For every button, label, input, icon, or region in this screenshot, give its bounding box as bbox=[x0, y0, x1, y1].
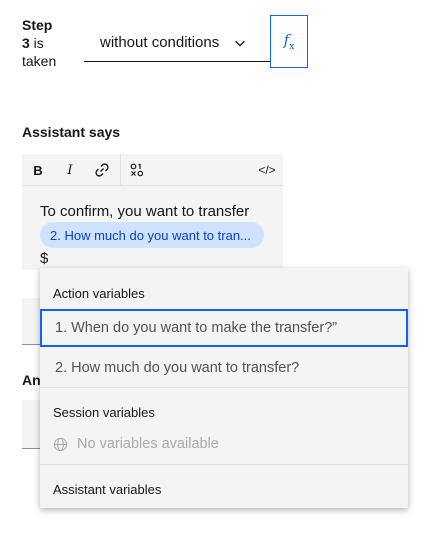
condition-dropdown[interactable]: without conditions bbox=[84, 24, 270, 62]
editor-toolbar: B I </> bbox=[22, 154, 283, 186]
italic-icon: I bbox=[67, 162, 73, 178]
hidden-input-field-2[interactable] bbox=[22, 400, 42, 449]
hidden-input-field[interactable] bbox=[22, 298, 42, 345]
function-button[interactable]: fx bbox=[270, 15, 308, 68]
step-number: 3 bbox=[22, 35, 30, 51]
action-variables-heading: Action variables bbox=[53, 286, 145, 301]
step-label: Step 3 is taken bbox=[22, 16, 74, 70]
menu-item-label: 1. When do you want to make the transfer… bbox=[55, 320, 338, 336]
menu-item-action-variable-2[interactable]: 2. How much do you want to transfer? bbox=[40, 349, 408, 387]
obscured-section-label: An bbox=[22, 372, 41, 388]
response-text: To confirm, you want to transfer bbox=[40, 203, 250, 220]
bold-button[interactable]: B bbox=[22, 154, 54, 186]
menu-item-label: 2. How much do you want to transfer? bbox=[55, 360, 300, 376]
session-variables-heading: Session variables bbox=[53, 405, 155, 420]
variable-chip[interactable]: 2. How much do you want to tran... bbox=[40, 222, 264, 248]
menu-item-action-variable-1[interactable]: 1. When do you want to make the transfer… bbox=[40, 309, 408, 347]
code-view-button[interactable]: </> bbox=[251, 154, 283, 186]
globe-icon bbox=[53, 437, 68, 451]
condition-dropdown-value: without conditions bbox=[100, 34, 220, 51]
link-icon bbox=[95, 163, 109, 177]
variables-menu: Action variables 1. When do you want to … bbox=[40, 268, 408, 508]
bold-icon: B bbox=[33, 162, 43, 178]
session-empty-label: No variables available bbox=[77, 436, 219, 452]
step-word: Step bbox=[22, 17, 53, 33]
variable-chip-label: 2. How much do you want to tran... bbox=[50, 227, 251, 243]
assistant-variables-heading: Assistant variables bbox=[53, 482, 162, 497]
link-button[interactable] bbox=[86, 154, 118, 186]
session-variables-empty: No variables available bbox=[53, 436, 219, 452]
function-icon: fx bbox=[283, 31, 295, 52]
menu-divider bbox=[40, 464, 408, 465]
menu-divider bbox=[40, 387, 408, 388]
assistant-says-title: Assistant says bbox=[22, 124, 121, 140]
insert-variable-button[interactable] bbox=[121, 154, 153, 186]
response-cursor-text: $ bbox=[40, 250, 49, 267]
chevron-down-icon bbox=[235, 40, 246, 47]
step-taken: taken bbox=[22, 53, 57, 69]
variable-icon bbox=[130, 163, 144, 177]
step-is: is bbox=[29, 35, 44, 51]
code-icon: </> bbox=[258, 163, 276, 177]
italic-button[interactable]: I bbox=[54, 154, 86, 186]
